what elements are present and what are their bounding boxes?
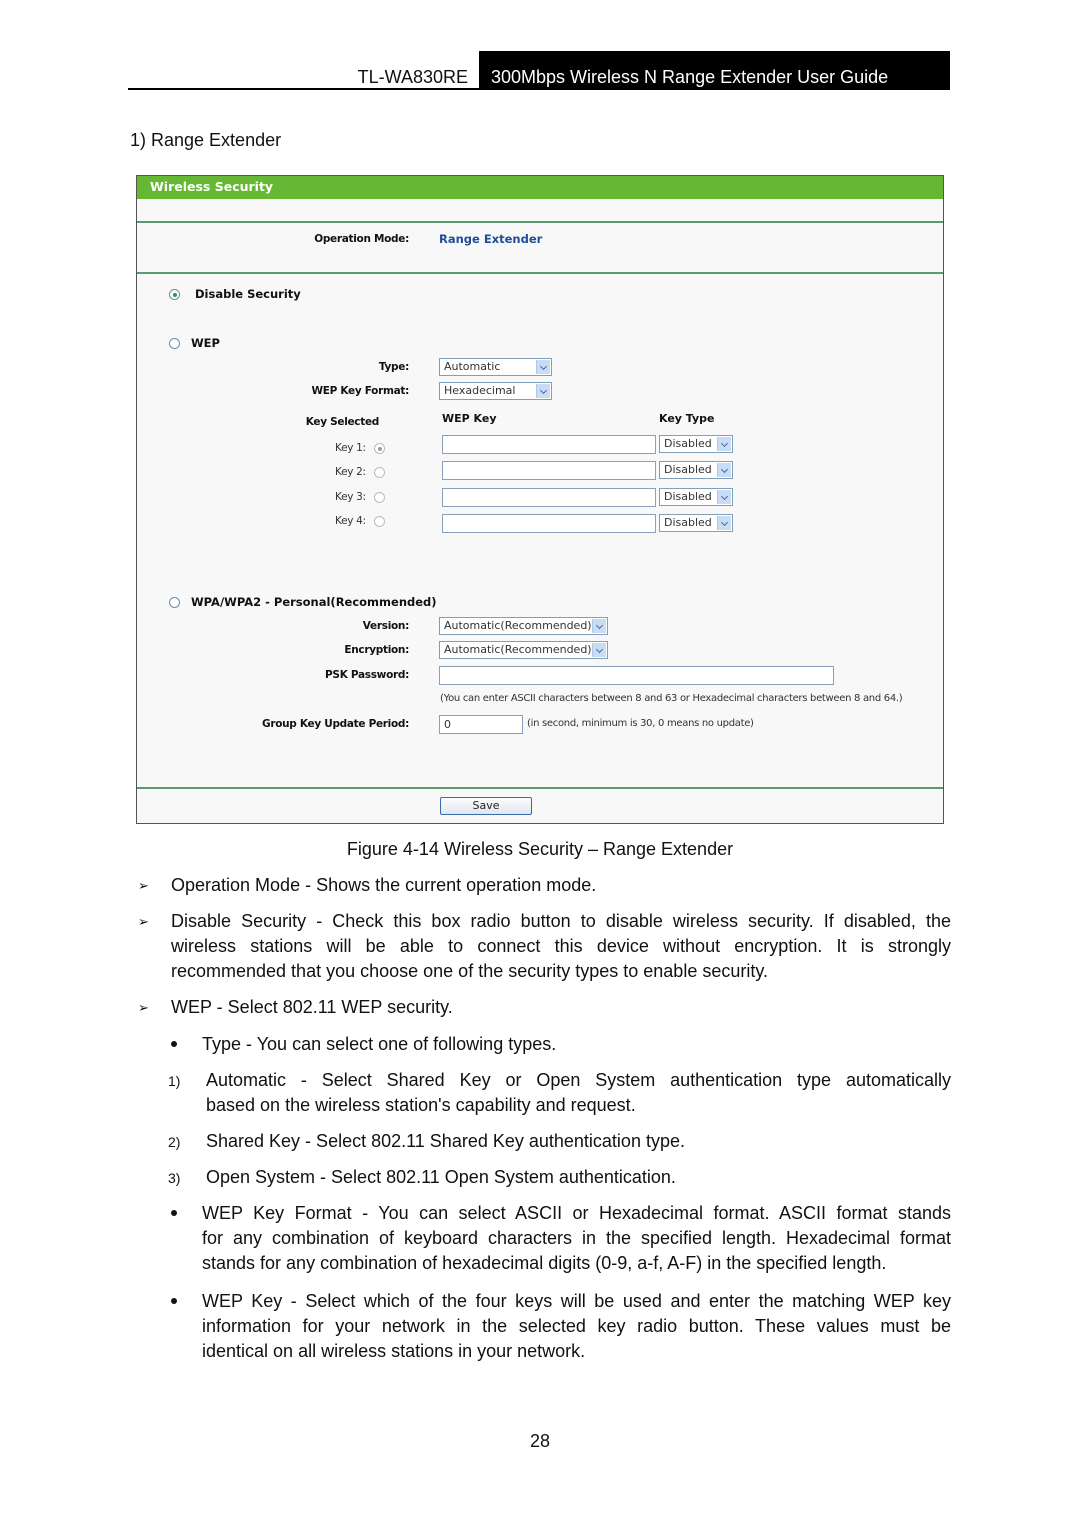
key-type-3-select[interactable]: Disabled [659,488,733,506]
arrow-bullet-icon: ➢ [138,914,149,929]
key-type-value: Disabled [664,516,712,529]
type-item-open-system: Open System - Select 802.11 Open System … [206,1167,676,1187]
text-line: for any combination of keyboard characte… [202,1228,951,1248]
chevron-down-icon [592,619,606,633]
operation-mode-value: Range Extender [439,232,543,246]
arrow-bullet-icon: ➢ [138,878,149,893]
wep-key-2-input[interactable] [442,461,656,480]
wep-label: WEP [191,336,220,350]
key-type-header: Key Type [659,412,715,425]
divider [137,787,943,789]
text-line: WEP Key - Select which of the four keys … [202,1291,951,1311]
wpa-version-select[interactable]: Automatic(Recommended) [439,617,608,635]
text-line: Disable Security - Check this box radio … [171,911,951,931]
wep-key-format-select[interactable]: Hexadecimal [439,382,552,400]
list-number: 3) [168,1170,181,1186]
wep-key-1-input[interactable] [442,435,656,454]
wep-key-format-value: Hexadecimal [444,384,516,397]
key-type-value: Disabled [664,490,712,503]
wpa-encryption-select[interactable]: Automatic(Recommended) [439,641,608,659]
wep-key-desc: WEP Key - Select which of the four keys … [202,1289,951,1364]
key-label: Key 4: [335,515,366,527]
wep-key-4-input[interactable] [442,514,656,533]
type-item-shared-key: Shared Key - Select 802.11 Shared Key au… [206,1131,685,1151]
wep-desc: WEP - Select 802.11 WEP security. [171,997,453,1017]
wpa-encryption-label: Encryption: [344,644,409,656]
divider [137,272,943,274]
key-type-value: Disabled [664,463,712,476]
psk-password-label: PSK Password: [325,669,409,681]
psk-password-hint: (You can enter ASCII characters between … [440,693,903,704]
divider [137,221,943,223]
type-desc: Type - You can select one of following t… [202,1034,557,1054]
text-line: information for your network in the sele… [202,1316,951,1336]
panel-header: Wireless Security [137,176,943,199]
page-number: 28 [529,1431,551,1451]
wep-key-3-input[interactable] [442,488,656,507]
text-line: based on the wireless station's capabili… [206,1095,636,1115]
bullet-dot-icon [171,1298,177,1304]
section-title: 1) Range Extender [130,130,282,150]
key-4-radio[interactable] [374,516,385,527]
group-key-update-hint: (in second, minimum is 30, 0 means no up… [527,718,754,729]
wep-type-value: Automatic [444,360,501,373]
key-type-value: Disabled [664,437,712,450]
text-line: stands for any combination of hexadecima… [202,1253,887,1273]
key-2-radio[interactable] [374,467,385,478]
key-selected-header: Key Selected [305,416,380,428]
wep-type-label: Type: [378,361,409,373]
disable-security-desc: Disable Security - Check this box radio … [171,909,951,984]
bullet-dot-icon [171,1041,177,1047]
key-label: Key 3: [335,491,366,503]
wpa-encryption-value: Automatic(Recommended) [444,643,592,656]
chevron-down-icon [717,463,731,477]
disable-security-label: Disable Security [195,287,301,301]
key-1-radio[interactable] [374,443,385,454]
save-button[interactable]: Save [440,797,532,815]
operation-mode-label: Operation Mode: [314,233,409,245]
key-type-2-select[interactable]: Disabled [659,461,733,479]
chevron-down-icon [717,516,731,530]
wep-type-select[interactable]: Automatic [439,358,552,376]
figure-caption: Figure 4-14 Wireless Security – Range Ex… [346,839,734,859]
group-key-update-label: Group Key Update Period: [262,718,409,730]
key-3-radio[interactable] [374,492,385,503]
wep-radio[interactable] [169,338,180,349]
chevron-down-icon [536,384,550,398]
wpa-label: WPA/WPA2 - Personal(Recommended) [191,595,437,609]
operation-mode-desc: Operation Mode - Shows the current opera… [171,875,597,895]
wireless-security-panel: Wireless Security Operation Mode: Range … [136,175,944,824]
disable-security-radio[interactable] [169,289,180,300]
header-guide-title: 300Mbps Wireless N Range Extender User G… [491,67,889,87]
key-label: Key 2: [335,466,366,478]
text-line: identical on all wireless stations in yo… [202,1341,586,1361]
chevron-down-icon [536,360,550,374]
text-line: Automatic - Select Shared Key or Open Sy… [206,1070,951,1090]
key-type-4-select[interactable]: Disabled [659,514,733,532]
list-number: 2) [168,1134,181,1150]
list-number: 1) [168,1073,181,1089]
wep-key-format-label: WEP Key Format: [311,385,409,397]
key-label: Key 1: [335,442,366,454]
header-model: TL-WA830RE [357,67,468,87]
group-key-update-input[interactable]: 0 [439,715,523,734]
text-line: wireless stations will be able to connec… [171,936,951,956]
wep-key-header: WEP Key [442,412,497,425]
text-line: recommended that you choose one of the s… [171,961,769,981]
wpa-version-label: Version: [362,620,410,632]
chevron-down-icon [717,437,731,451]
panel-title: Wireless Security [150,179,274,194]
bullet-dot-icon [171,1210,177,1216]
chevron-down-icon [717,490,731,504]
wpa-version-value: Automatic(Recommended) [444,619,592,632]
type-item-automatic: Automatic - Select Shared Key or Open Sy… [206,1068,951,1118]
arrow-bullet-icon: ➢ [138,1000,149,1015]
chevron-down-icon [592,643,606,657]
psk-password-input[interactable] [439,666,834,685]
wpa-radio[interactable] [169,597,180,608]
key-type-1-select[interactable]: Disabled [659,435,733,453]
text-line: WEP Key Format - You can select ASCII or… [202,1203,951,1223]
wep-key-format-desc: WEP Key Format - You can select ASCII or… [202,1201,951,1276]
